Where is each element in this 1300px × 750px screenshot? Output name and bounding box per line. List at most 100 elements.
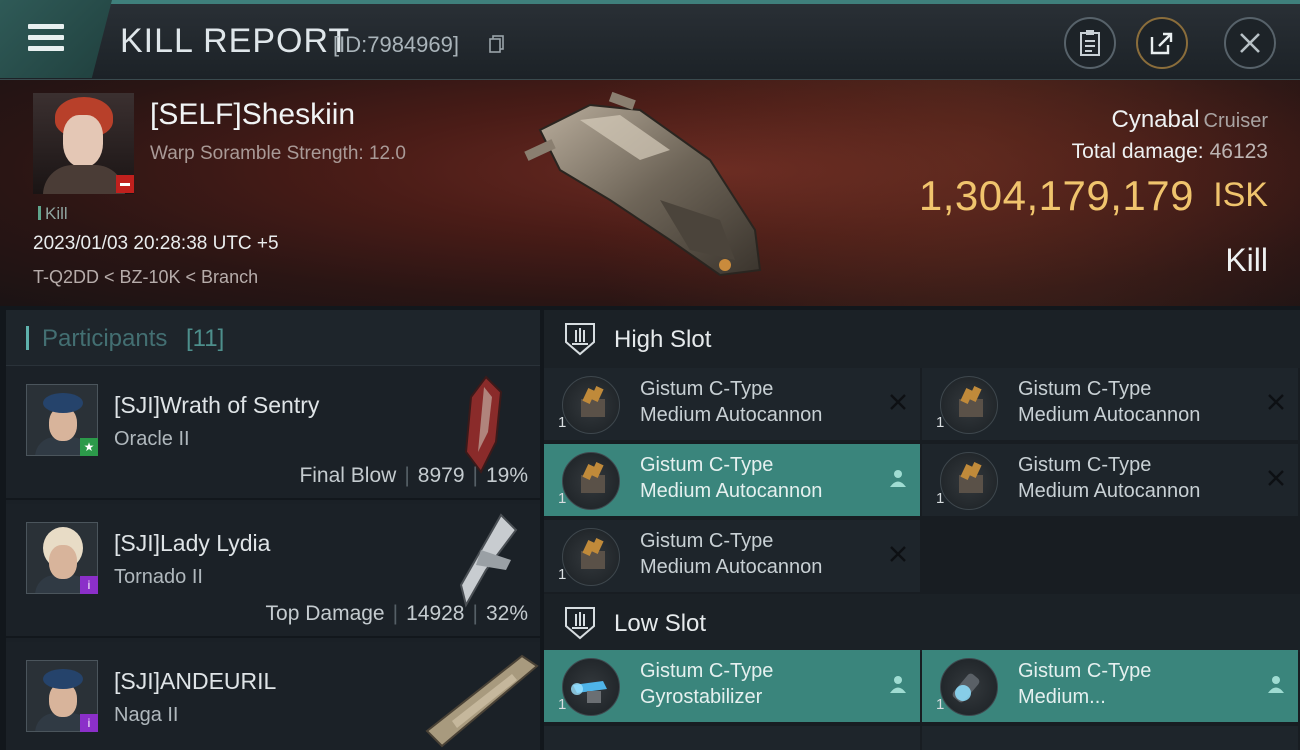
kill-datetime: 2023/01/03 20:28:38 UTC +5 bbox=[33, 233, 279, 254]
module-name-line2: Medium Autocannon bbox=[640, 556, 823, 578]
module-slot[interactable]: 1 Gistum C-Type Medium... bbox=[922, 650, 1298, 722]
victim-ship-name: Cynabal bbox=[1111, 106, 1200, 133]
module-slot[interactable]: 1 Gistum C-Type Medium Autocannon bbox=[544, 444, 920, 516]
victim-ship-class: Cruiser bbox=[1203, 110, 1268, 132]
participant-ship: Tornado II bbox=[114, 566, 203, 588]
victim-ship-image[interactable] bbox=[520, 90, 780, 290]
kill-location[interactable]: T-Q2DD < BZ-10K < Branch bbox=[33, 267, 258, 288]
kill-tag: Kill bbox=[38, 204, 68, 224]
total-damage-value: 46123 bbox=[1209, 140, 1268, 163]
module-slot[interactable]: 1 Gistum C-Type Medium Autocannon bbox=[544, 368, 920, 440]
high-slot-title: High Slot bbox=[614, 326, 712, 353]
loss-badge-icon bbox=[116, 175, 134, 193]
participant-damage: 14928 bbox=[406, 602, 465, 625]
module-qty: 1 bbox=[936, 696, 945, 713]
participants-header[interactable]: Participants [11] bbox=[6, 310, 540, 366]
participants-count: [11] bbox=[186, 325, 225, 352]
participant-name: [SJI]Lady Lydia bbox=[114, 530, 271, 556]
participant-role: Final Blow bbox=[299, 464, 397, 487]
module-name-line1: Gistum C-Type bbox=[640, 660, 774, 682]
close-button[interactable] bbox=[1224, 17, 1276, 69]
module-name-line2: Medium... bbox=[1018, 686, 1106, 708]
close-icon bbox=[1240, 33, 1260, 53]
menu-icon bbox=[28, 24, 64, 52]
participant-name: [SJI]ANDEURIL bbox=[114, 668, 277, 694]
total-damage-label: Total damage: bbox=[1071, 140, 1204, 163]
gyrostabilizer-module-icon bbox=[562, 658, 620, 716]
menu-button[interactable] bbox=[0, 0, 112, 78]
module-name-line1: Gistum C-Type bbox=[640, 454, 774, 476]
module-slot-partial[interactable] bbox=[544, 726, 920, 750]
participants-title: Participants bbox=[42, 325, 168, 352]
module-name-line1: Gistum C-Type bbox=[640, 378, 774, 400]
victim-ship[interactable]: Cynabal Cruiser bbox=[1111, 106, 1268, 134]
page-title: KILL REPORT bbox=[120, 22, 351, 60]
high-slot-icon bbox=[565, 323, 595, 356]
low-slot-module-icon bbox=[940, 658, 998, 716]
destroyed-x-icon bbox=[1268, 394, 1284, 410]
header-bar: KILL REPORT [ID:7984969] bbox=[0, 0, 1300, 80]
info-badge-icon: i bbox=[80, 714, 98, 732]
participants-panel: Participants [11] ★ [SJI]Wrath of Sentry… bbox=[6, 310, 540, 750]
module-name-line2: Medium Autocannon bbox=[640, 404, 823, 426]
fitting-panel: High Slot 1 Gistum C-Type Medium Autocan… bbox=[544, 310, 1300, 750]
autocannon-module-icon bbox=[940, 376, 998, 434]
victim-banner: [SELF]Sheskiin Warp Soramble Strength: 1… bbox=[0, 80, 1300, 306]
high-slot-header: High Slot bbox=[544, 310, 1300, 368]
total-damage: Total damage: 46123 bbox=[1072, 140, 1268, 164]
victim-name[interactable]: [SELF]Sheskiin bbox=[150, 98, 355, 132]
module-qty: 1 bbox=[558, 566, 567, 583]
participant-percent: 32% bbox=[485, 602, 528, 625]
low-slot-header: Low Slot bbox=[544, 594, 1300, 652]
module-slot[interactable]: 1 Gistum C-Type Medium Autocannon bbox=[544, 520, 920, 592]
module-name-line1: Gistum C-Type bbox=[1018, 378, 1152, 400]
participant-stats: Final Blow | 8979 | 19% bbox=[299, 464, 528, 487]
module-qty: 1 bbox=[558, 696, 567, 713]
participant-damage: 8979 bbox=[417, 464, 465, 487]
header-accent-line bbox=[110, 0, 1300, 4]
participant-role: Top Damage bbox=[265, 602, 385, 625]
module-qty: 1 bbox=[936, 414, 945, 431]
participant-ship: Oracle II bbox=[114, 428, 190, 450]
pilot-icon bbox=[1268, 676, 1284, 693]
module-slot[interactable]: 1 Gistum C-Type Gyrostabilizer bbox=[544, 650, 920, 722]
module-slot[interactable]: 1 Gistum C-Type Medium Autocannon bbox=[922, 368, 1298, 440]
participant-row[interactable]: ★ [SJI]Wrath of Sentry Oracle II Final B… bbox=[6, 366, 540, 500]
autocannon-module-icon bbox=[940, 452, 998, 510]
module-qty: 1 bbox=[558, 490, 567, 507]
autocannon-module-icon bbox=[562, 528, 620, 586]
participant-ship-image bbox=[425, 654, 539, 748]
low-slot-title: Low Slot bbox=[614, 610, 707, 637]
participant-row[interactable]: i [SJI]ANDEURIL Naga II bbox=[6, 642, 540, 750]
module-name-line1: Gistum C-Type bbox=[1018, 660, 1152, 682]
clipboard-button[interactable] bbox=[1064, 17, 1116, 69]
module-name-line2: Medium Autocannon bbox=[1018, 404, 1201, 426]
pilot-icon bbox=[890, 676, 906, 693]
participant-name: [SJI]Wrath of Sentry bbox=[114, 392, 320, 418]
module-name-line2: Gyrostabilizer bbox=[640, 686, 763, 708]
module-name-line2: Medium Autocannon bbox=[1018, 480, 1201, 502]
participant-row[interactable]: i [SJI]Lady Lydia Tornado II Top Damage |… bbox=[6, 504, 540, 638]
destroyed-x-icon bbox=[890, 546, 906, 562]
report-id: [ID:7984969] bbox=[333, 32, 459, 57]
isk-value: 1,304,179,179 bbox=[918, 172, 1194, 219]
module-slot-partial[interactable] bbox=[922, 726, 1298, 750]
destroyed-x-icon bbox=[890, 394, 906, 410]
participant-ship: Naga II bbox=[114, 704, 179, 726]
autocannon-module-icon bbox=[562, 452, 620, 510]
participant-stats: Top Damage | 14928 | 32% bbox=[265, 602, 528, 625]
participant-percent: 19% bbox=[485, 464, 528, 487]
isk-unit: ISK bbox=[1213, 176, 1268, 214]
share-button[interactable] bbox=[1136, 17, 1188, 69]
destroyed-x-icon bbox=[1268, 470, 1284, 486]
copy-icon[interactable] bbox=[489, 35, 505, 53]
module-qty: 1 bbox=[558, 414, 567, 431]
low-slot-icon bbox=[565, 607, 595, 640]
module-qty: 1 bbox=[936, 490, 945, 507]
module-name-line1: Gistum C-Type bbox=[640, 530, 774, 552]
module-slot[interactable]: 1 Gistum C-Type Medium Autocannon bbox=[922, 444, 1298, 516]
pilot-icon bbox=[890, 470, 906, 487]
module-name-line1: Gistum C-Type bbox=[1018, 454, 1152, 476]
star-badge-icon: ★ bbox=[80, 438, 98, 456]
kill-result: Kill bbox=[1225, 242, 1268, 278]
